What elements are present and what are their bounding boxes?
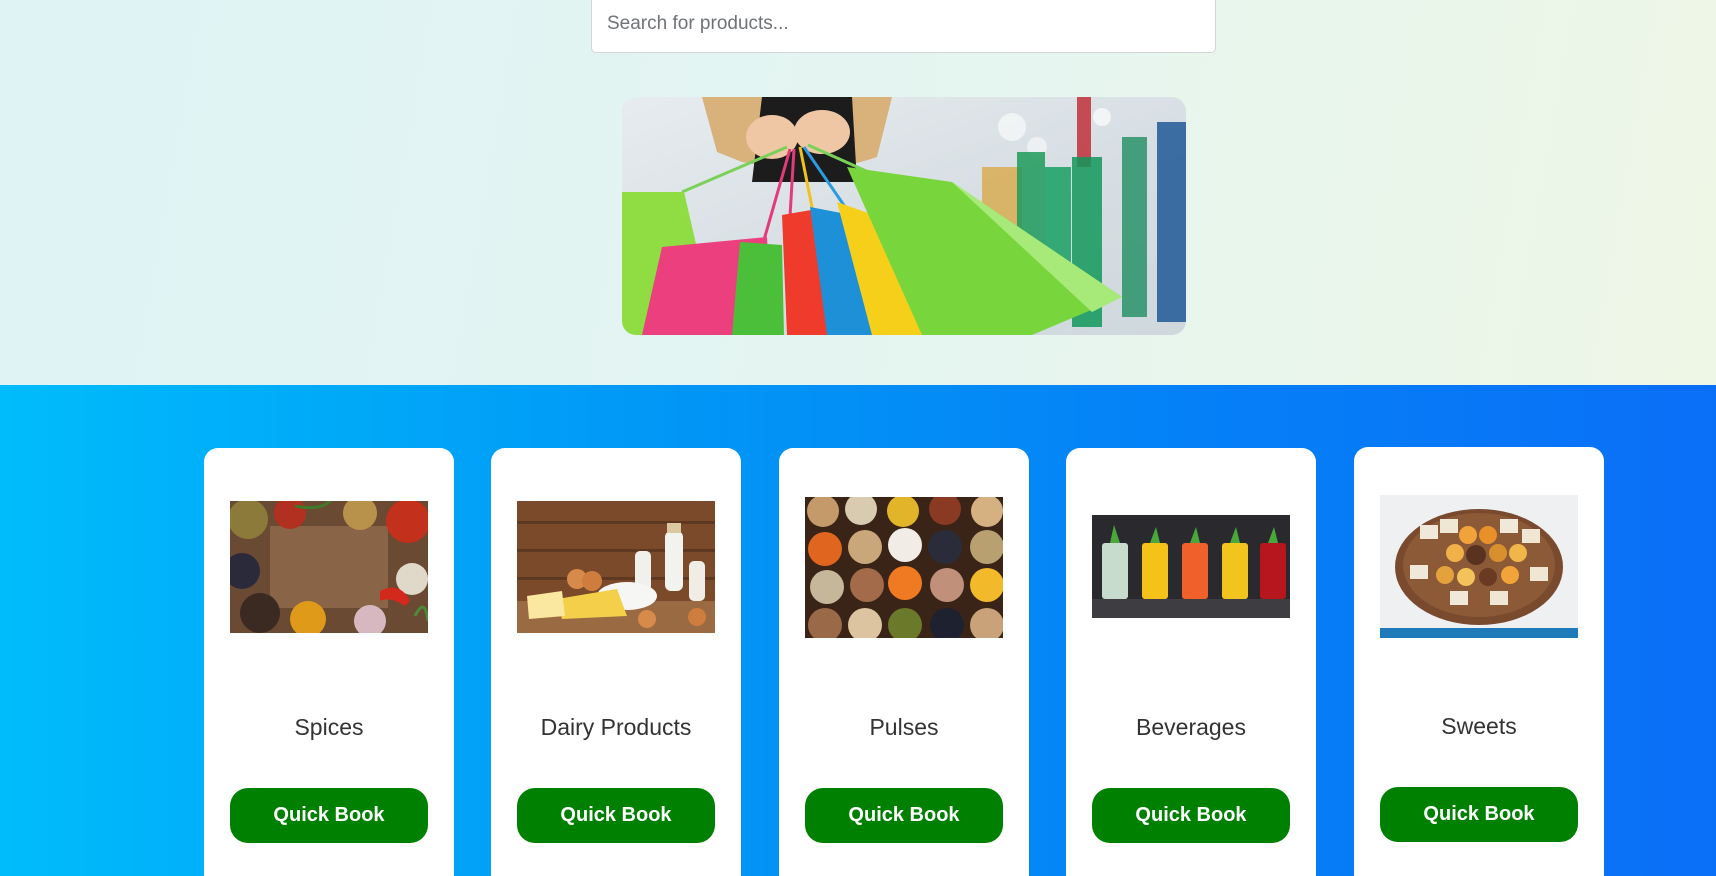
product-name: Pulses: [869, 714, 939, 740]
quick-book-button[interactable]: Quick Book: [230, 788, 428, 843]
product-card-pulses: Pulses Quick Book: [779, 448, 1029, 876]
product-name: Beverages: [1136, 714, 1246, 740]
product-card-spices: Spices Quick Book: [204, 448, 454, 876]
product-card-sweets: Sweets Quick Book: [1354, 447, 1604, 876]
dairy-products-image: [517, 501, 715, 633]
product-name: Sweets: [1441, 713, 1517, 739]
product-card-dairy-products: Dairy Products Quick Book: [491, 448, 741, 876]
spices-image: [230, 501, 428, 633]
quick-book-button[interactable]: Quick Book: [805, 788, 1003, 843]
products-section: Spices Quick Book Dairy Products Quick B…: [0, 385, 1716, 876]
product-card-beverages: Beverages Quick Book: [1066, 448, 1316, 876]
shopping-bags-image: [622, 97, 1186, 335]
shopping-bags-banner: [622, 97, 1186, 335]
page: Spices Quick Book: [0, 0, 1716, 876]
beverages-image: [1092, 515, 1290, 618]
product-name: Dairy Products: [540, 714, 692, 740]
pulses-image: [805, 497, 1003, 638]
search-input[interactable]: [591, 0, 1216, 53]
quick-book-button[interactable]: Quick Book: [1380, 787, 1578, 842]
quick-book-button[interactable]: Quick Book: [517, 788, 715, 843]
product-name: Spices: [294, 714, 364, 740]
sweets-image: [1380, 495, 1578, 638]
quick-book-button[interactable]: Quick Book: [1092, 788, 1290, 843]
hero-section: [0, 0, 1716, 385]
